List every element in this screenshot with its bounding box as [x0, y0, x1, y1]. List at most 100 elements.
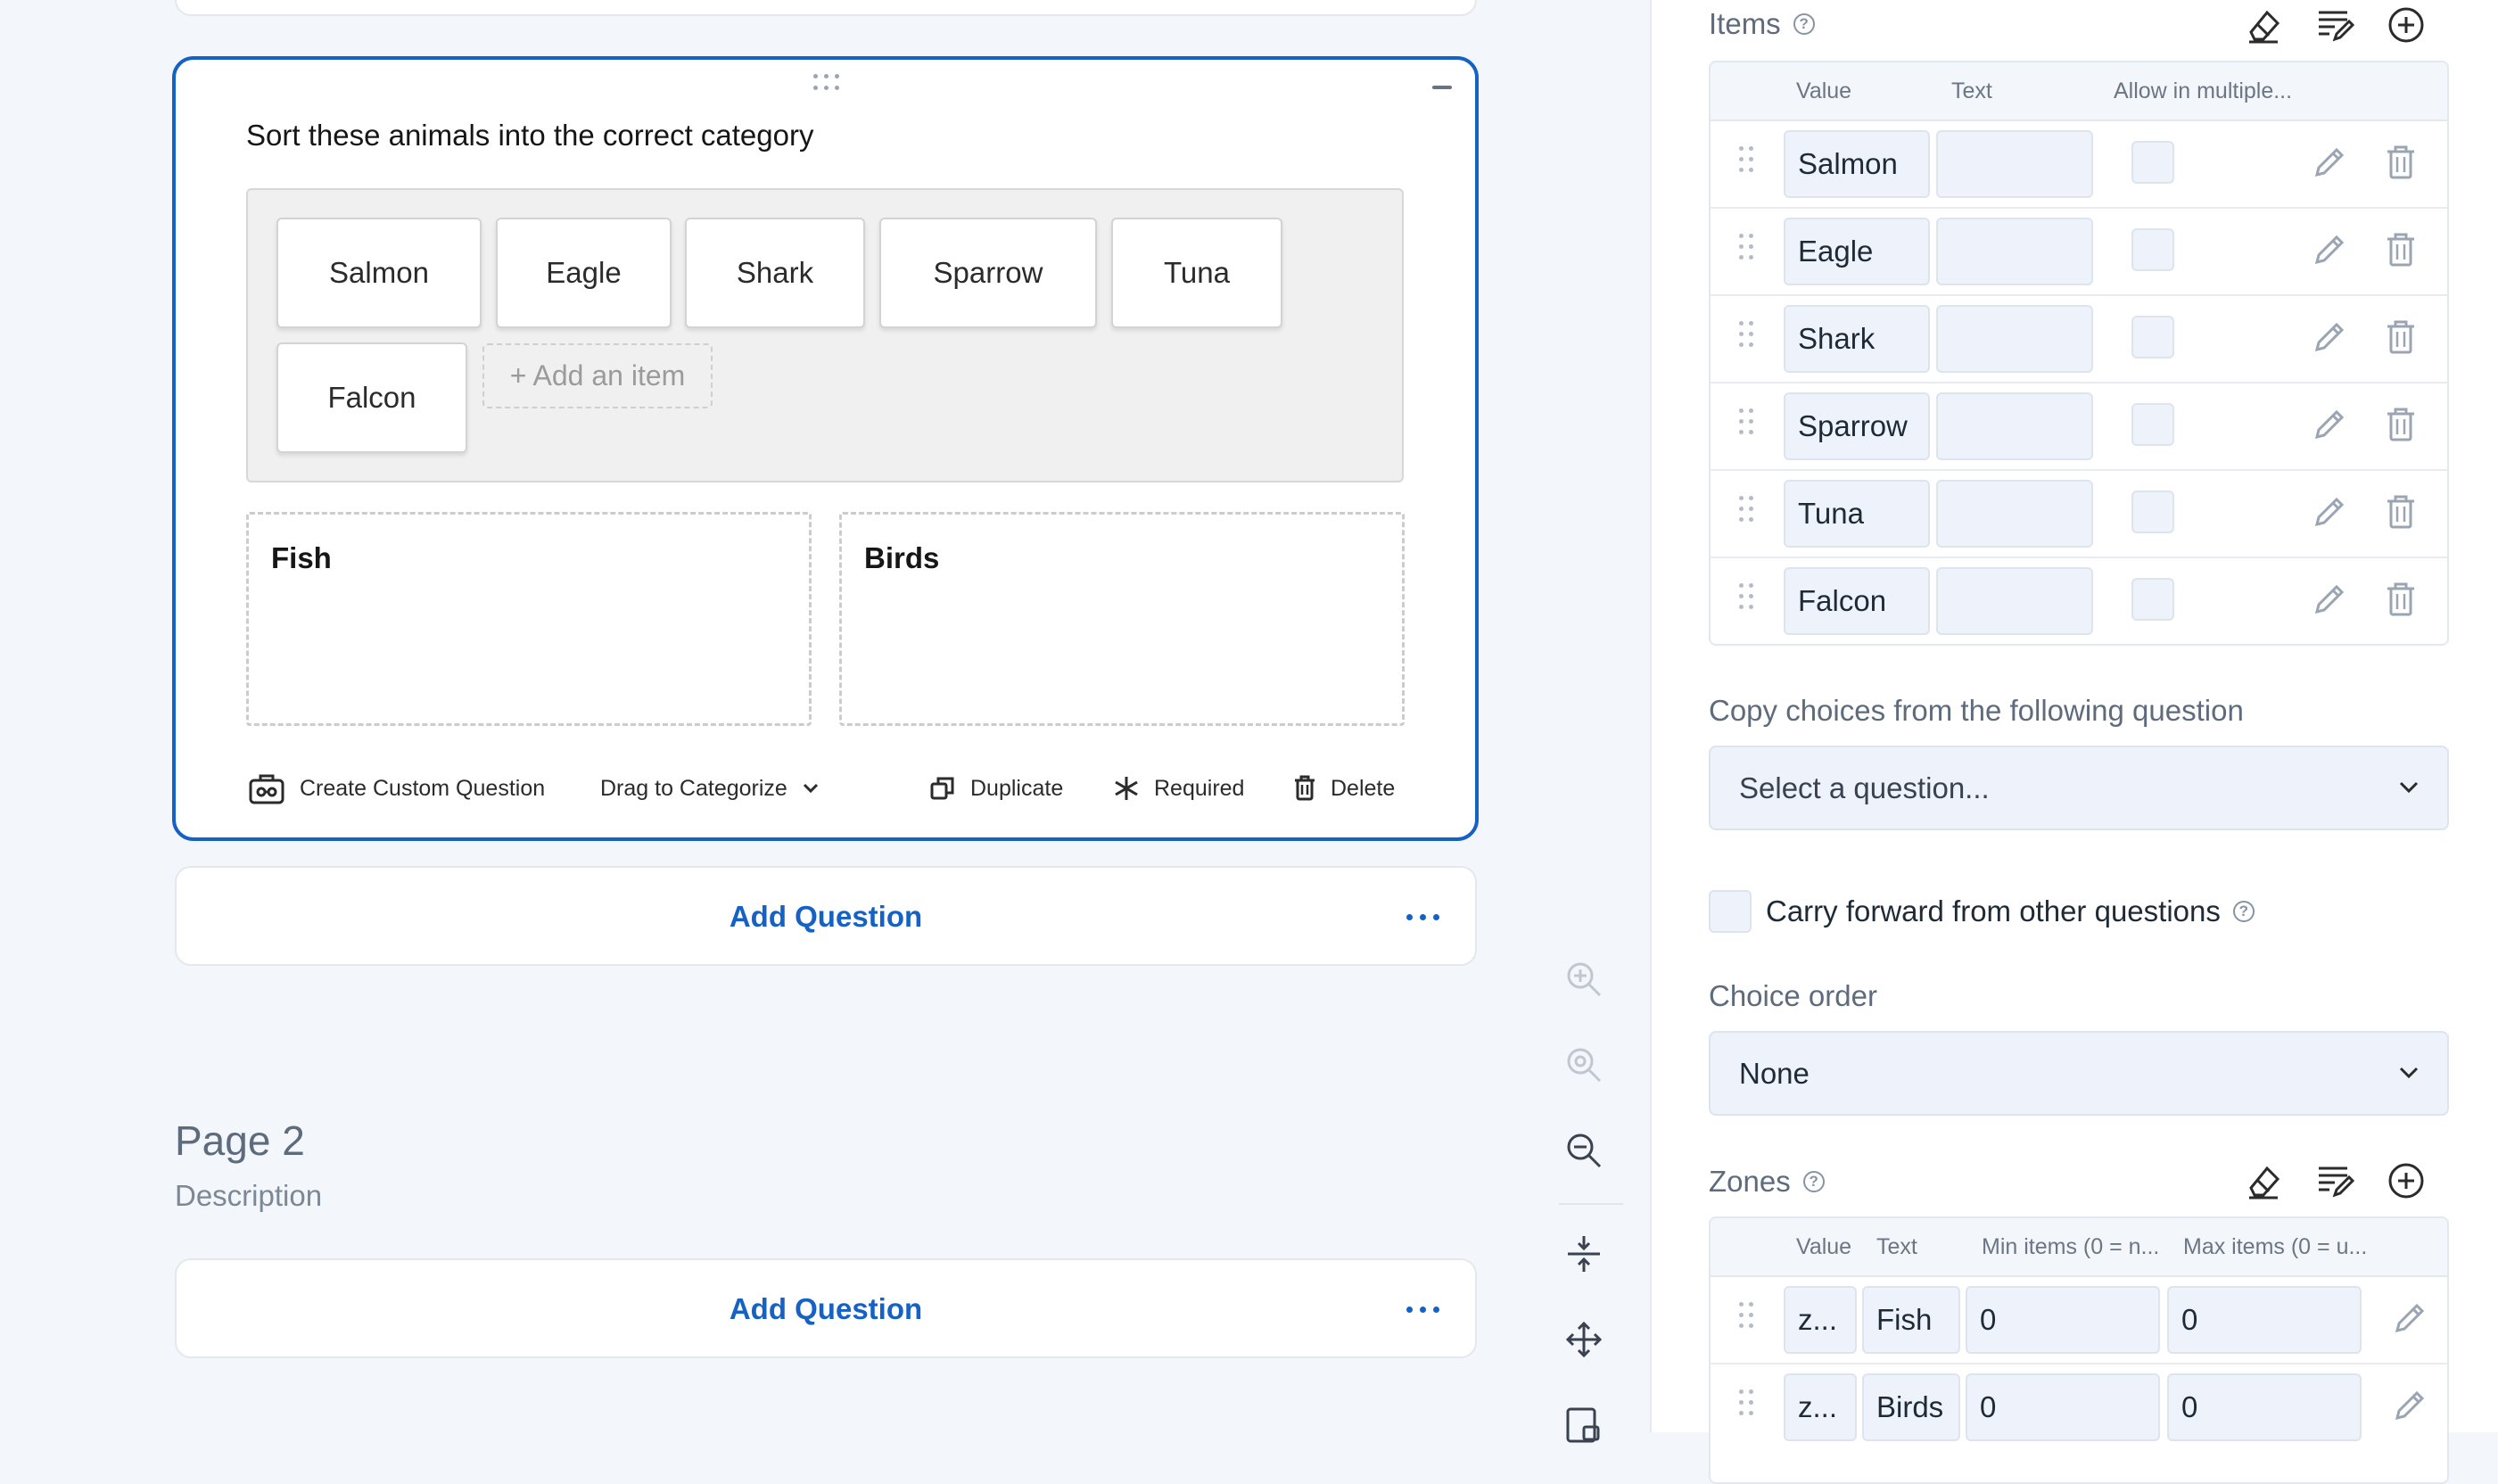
- zone-max-input[interactable]: 0: [2167, 1286, 2362, 1354]
- carry-forward-checkbox[interactable]: [1709, 890, 1752, 933]
- item-value-input[interactable]: Tuna: [1784, 480, 1930, 548]
- pencil-icon[interactable]: [2308, 403, 2351, 446]
- item-value-input[interactable]: Shark: [1784, 305, 1930, 373]
- zone-birds[interactable]: Birds: [839, 512, 1405, 726]
- zones-section-title: Zones ?: [1709, 1165, 1825, 1199]
- zone-fish[interactable]: Fish: [246, 512, 812, 726]
- add-question-card-page2: Add Question: [175, 1258, 1477, 1358]
- pool-item-shark[interactable]: Shark: [685, 218, 865, 328]
- row-drag-handle-icon[interactable]: [1739, 321, 1753, 348]
- allow-multiple-checkbox[interactable]: [2131, 316, 2174, 359]
- question-title[interactable]: Sort these animals into the correct cate…: [246, 119, 813, 153]
- row-drag-handle-icon[interactable]: [1739, 1389, 1753, 1416]
- pool-item-eagle[interactable]: Eagle: [496, 218, 672, 328]
- item-value-input[interactable]: Falcon: [1784, 567, 1930, 635]
- zone-value-input[interactable]: z...: [1784, 1286, 1857, 1354]
- item-text-input[interactable]: [1936, 305, 2093, 373]
- zone-max-input[interactable]: 0: [2167, 1373, 2362, 1441]
- zone-text-input[interactable]: Birds: [1862, 1373, 1960, 1441]
- allow-multiple-checkbox[interactable]: [2131, 578, 2174, 621]
- row-drag-handle-icon[interactable]: [1739, 146, 1753, 173]
- trash-icon[interactable]: [2379, 228, 2422, 271]
- pencil-icon[interactable]: [2308, 491, 2351, 533]
- collapse-all-icon[interactable]: [1562, 1233, 1605, 1275]
- help-icon[interactable]: ?: [1802, 1171, 1825, 1192]
- asterisk-icon: [1115, 777, 1138, 800]
- chevron-down-icon: [2399, 781, 2419, 794]
- item-text-input[interactable]: [1936, 480, 2093, 548]
- item-text-input[interactable]: [1936, 392, 2093, 460]
- column-header: Text: [1876, 1234, 1917, 1259]
- add-item-button[interactable]: + Add an item: [482, 343, 713, 408]
- carry-forward-label[interactable]: Carry forward from other questions: [1766, 895, 2221, 928]
- page-description[interactable]: Description: [175, 1179, 322, 1213]
- chevron-down-icon: [803, 783, 818, 794]
- pool-item-tuna[interactable]: Tuna: [1111, 218, 1282, 328]
- edit-list-icon[interactable]: [2313, 1159, 2356, 1202]
- duplicate-button[interactable]: Duplicate: [929, 771, 1063, 806]
- allow-multiple-checkbox[interactable]: [2131, 403, 2174, 446]
- add-circle-icon[interactable]: [2385, 4, 2428, 46]
- eraser-icon[interactable]: [2242, 4, 2285, 46]
- row-drag-handle-icon[interactable]: [1739, 1302, 1753, 1329]
- pool-item-sparrow[interactable]: Sparrow: [879, 218, 1097, 328]
- choice-order-value: None: [1739, 1056, 1810, 1090]
- help-icon[interactable]: ?: [2232, 901, 2255, 922]
- zone-min-input[interactable]: 0: [1966, 1373, 2160, 1441]
- previous-question-card[interactable]: [175, 0, 1477, 16]
- question-type-dropdown[interactable]: Drag to Categorize: [600, 771, 820, 806]
- allow-multiple-checkbox[interactable]: [2131, 228, 2174, 271]
- item-value-input[interactable]: Eagle: [1784, 218, 1930, 285]
- item-value-input[interactable]: Sparrow: [1784, 392, 1930, 460]
- zone-text-input[interactable]: Fish: [1862, 1286, 1960, 1354]
- delete-button[interactable]: Delete: [1293, 771, 1395, 806]
- row-drag-handle-icon[interactable]: [1739, 234, 1753, 260]
- required-toggle[interactable]: Required: [1113, 771, 1244, 806]
- item-value-input[interactable]: Salmon: [1784, 130, 1930, 198]
- trash-icon[interactable]: [2379, 316, 2422, 359]
- create-custom-question-button[interactable]: Create Custom Question: [248, 771, 545, 806]
- pencil-icon[interactable]: [2388, 1384, 2431, 1427]
- row-drag-handle-icon[interactable]: [1739, 496, 1753, 523]
- zoom-in-icon[interactable]: [1562, 958, 1605, 1001]
- row-drag-handle-icon[interactable]: [1739, 583, 1753, 610]
- pool-item-salmon[interactable]: Salmon: [276, 218, 482, 328]
- add-circle-icon[interactable]: [2385, 1159, 2428, 1202]
- allow-multiple-checkbox[interactable]: [2131, 141, 2174, 184]
- add-question-card: Add Question: [175, 866, 1477, 966]
- add-question-button[interactable]: Add Question: [177, 1292, 1475, 1326]
- more-options-icon[interactable]: [1406, 1307, 1439, 1313]
- add-question-button[interactable]: Add Question: [177, 900, 1475, 934]
- pool-item-falcon[interactable]: Falcon: [276, 342, 467, 453]
- trash-icon[interactable]: [2379, 491, 2422, 533]
- help-icon[interactable]: ?: [1793, 13, 1815, 35]
- zones-table: Value Text Min items (0 = n... Max items…: [1709, 1216, 2449, 1484]
- more-options-icon[interactable]: [1406, 914, 1439, 920]
- expand-all-icon[interactable]: [1562, 1318, 1605, 1361]
- edit-list-icon[interactable]: [2313, 4, 2356, 46]
- item-text-input[interactable]: [1936, 218, 2093, 285]
- item-text-input[interactable]: [1936, 130, 2093, 198]
- zoom-out-icon[interactable]: [1562, 1129, 1605, 1172]
- copy-choices-select[interactable]: Select a question...: [1709, 746, 2449, 830]
- allow-multiple-checkbox[interactable]: [2131, 491, 2174, 533]
- choice-order-select[interactable]: None: [1709, 1031, 2449, 1116]
- collapse-icon[interactable]: [1432, 86, 1452, 89]
- trash-icon[interactable]: [2379, 141, 2422, 184]
- item-text-input[interactable]: [1936, 567, 2093, 635]
- pencil-icon[interactable]: [2388, 1297, 2431, 1340]
- pencil-icon[interactable]: [2308, 316, 2351, 359]
- zone-value-input[interactable]: z...: [1784, 1373, 1857, 1441]
- eraser-icon[interactable]: [2242, 1159, 2285, 1202]
- page-title[interactable]: Page 2: [175, 1117, 305, 1165]
- row-drag-handle-icon[interactable]: [1739, 408, 1753, 435]
- zone-min-input[interactable]: 0: [1966, 1286, 2160, 1354]
- trash-icon[interactable]: [2379, 578, 2422, 621]
- drag-handle-icon[interactable]: [813, 74, 840, 94]
- pencil-icon[interactable]: [2308, 578, 2351, 621]
- lock-view-icon[interactable]: [1562, 1404, 1605, 1447]
- pencil-icon[interactable]: [2308, 228, 2351, 271]
- trash-icon[interactable]: [2379, 403, 2422, 446]
- zoom-fit-icon[interactable]: [1562, 1043, 1605, 1086]
- pencil-icon[interactable]: [2308, 141, 2351, 184]
